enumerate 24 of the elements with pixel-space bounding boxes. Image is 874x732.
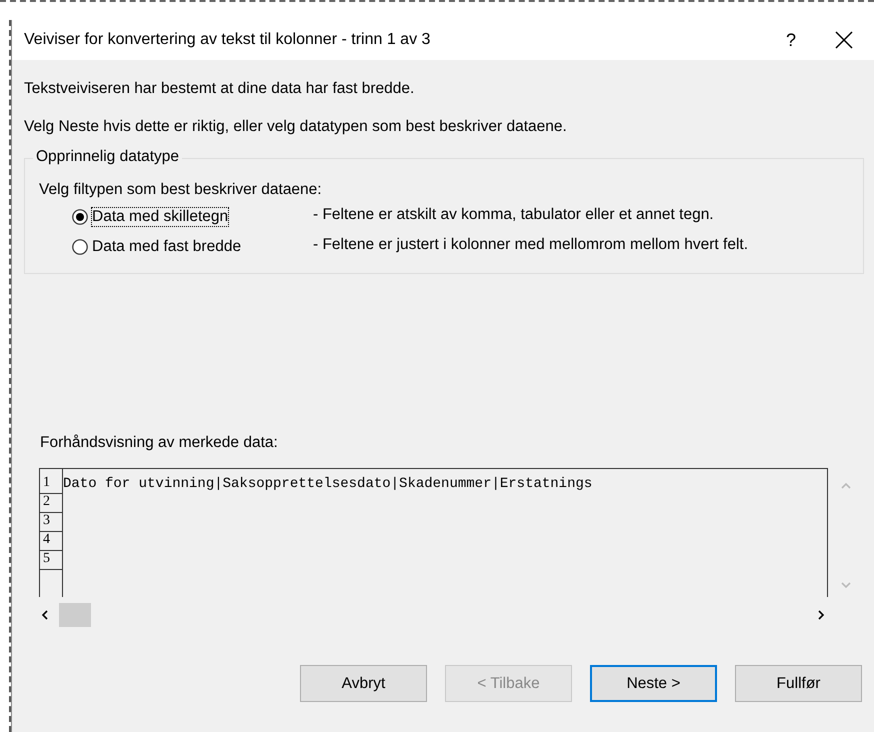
radio-button[interactable] [72,209,88,225]
prompt-text: Velg filtypen som best beskriver dataene: [39,181,323,199]
close-icon[interactable] [834,30,854,50]
dialog-button[interactable]: Avbryt [300,665,427,702]
line-number: 1 [40,475,62,494]
help-button[interactable]: ? [766,30,816,50]
window-title: Veiviser for konvertering av tekst til kolonner - trinn 1 av 3 [24,31,432,49]
instruction-text: Tekstveiviseren har bestemt at dine data har fast bredde. [24,80,416,98]
dialog-button[interactable]: Neste > [590,665,717,702]
radio-option[interactable]: Data med fast bredde [71,235,313,259]
radio-option[interactable]: Data med skilletegn [71,205,313,229]
line-number: 2 [40,494,62,513]
dialog-button[interactable]: Fullfør [735,665,862,702]
option-description: - Feltene er atskilt av komma, tabulator eller et annet tegn. [313,205,715,224]
preview-label: Forhåndsvisning av merkede data: [40,434,279,452]
radio-button[interactable] [72,239,88,255]
line-number: 3 [40,513,62,532]
preview-line: Dato for utvinning|Saksopprettelsesdato|Skadenummer|Erstatnings [63,475,592,492]
scroll-thumb[interactable] [59,603,91,627]
line-number: 5 [40,551,62,570]
option-description: - Feltene er justert i kolonner med mellomrom mellom hvert felt. [313,235,750,254]
instruction-text: Velg Neste hvis dette er riktig, eller velg datatypen som best beskriver dataene. [24,118,568,136]
line-number: 4 [40,532,62,551]
group-legend: Opprinnelig datatype [33,148,182,166]
